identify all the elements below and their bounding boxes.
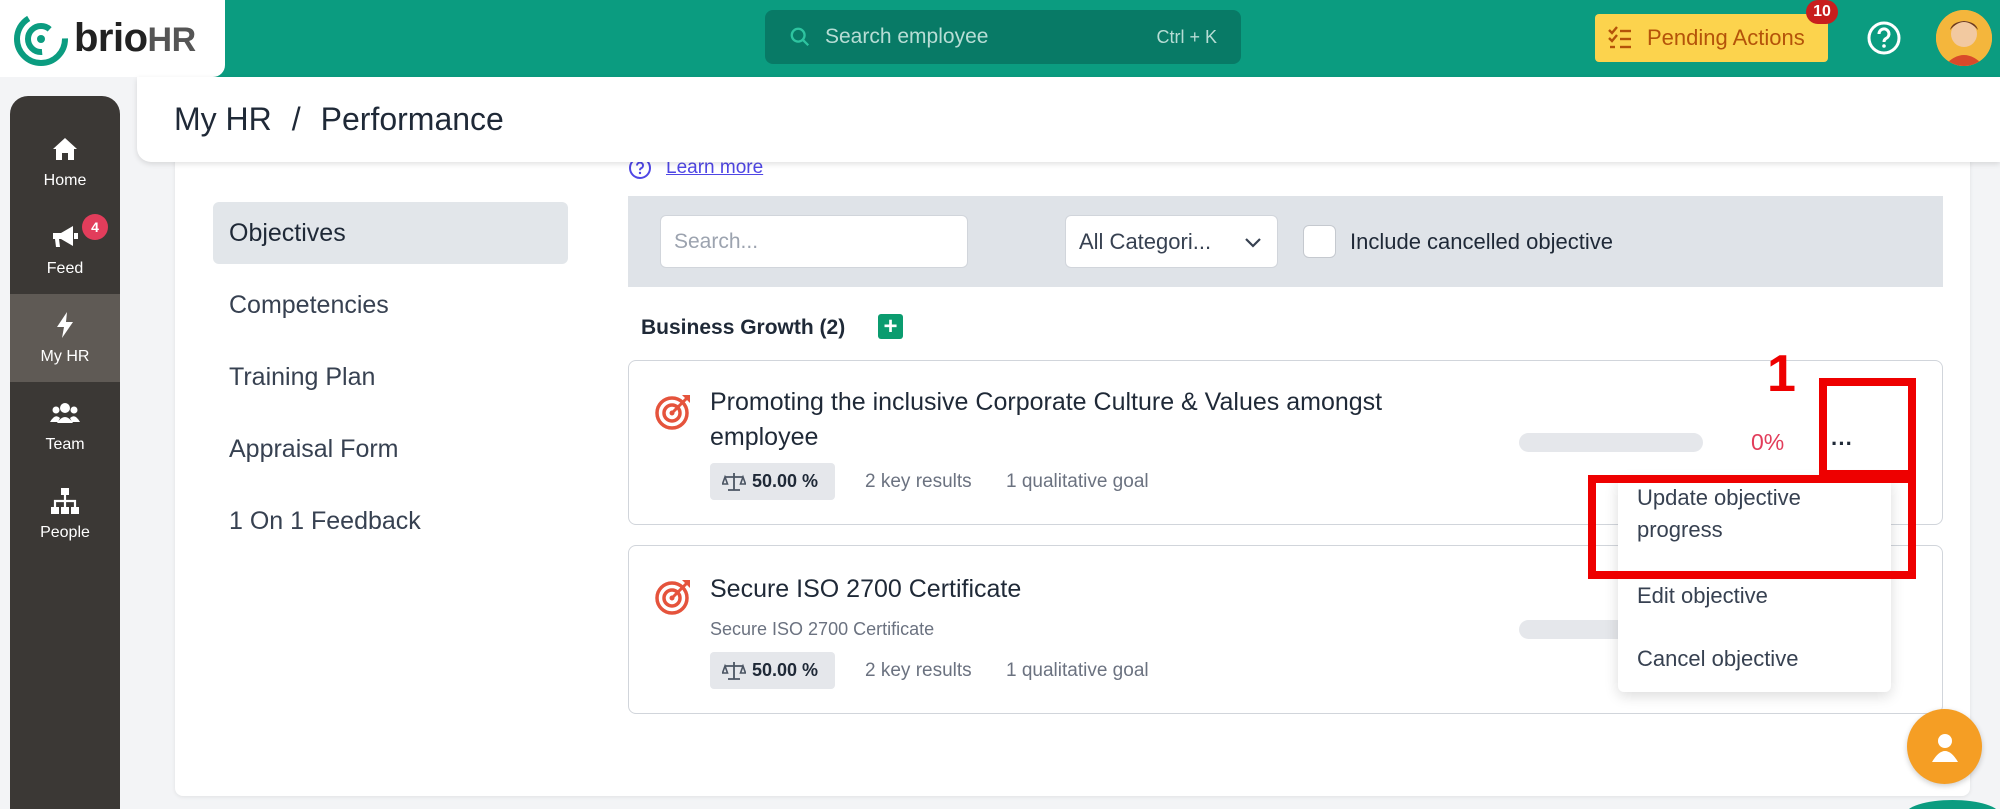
objective-search-placeholder: Search... — [674, 229, 759, 253]
target-icon — [655, 395, 690, 430]
sidebar-item-people[interactable]: People — [10, 470, 120, 558]
sidebar-item-label: Home — [43, 172, 87, 189]
include-cancelled-checkbox[interactable] — [1303, 225, 1336, 258]
category-select-value: All Categori... — [1079, 228, 1212, 254]
qualitative-goal-count: 1 qualitative goal — [1006, 660, 1149, 681]
objective-title[interactable]: Secure ISO 2700 Certificate — [710, 572, 1021, 607]
progress-percent: 0% — [1751, 429, 1785, 455]
breadcrumb-separator: / — [291, 101, 301, 137]
sidebar-item-label: My HR — [40, 348, 90, 365]
home-icon — [53, 138, 77, 160]
menu-item-competencies[interactable]: Competencies — [213, 274, 568, 336]
feed-count-badge: 4 — [82, 214, 108, 240]
breadcrumb-my-hr[interactable]: My HR — [174, 101, 272, 138]
key-results-count: 2 key results — [865, 660, 972, 681]
add-objective-button[interactable]: + — [878, 314, 903, 339]
balance-scale-icon — [722, 661, 746, 680]
sidebar-item-label: Feed — [46, 260, 84, 277]
bolt-icon — [57, 312, 73, 338]
brand-logo[interactable]: brioHR — [0, 0, 225, 77]
sidebar-item-team[interactable]: Team — [10, 382, 120, 470]
menu-edit-objective[interactable]: Edit objective — [1637, 580, 1877, 612]
menu-cancel-objective[interactable]: Cancel objective — [1637, 643, 1877, 675]
target-icon — [655, 580, 690, 615]
annotation-step-number: 1 — [1767, 345, 1796, 403]
annotation-highlight-update-progress — [1588, 475, 1916, 579]
checklist-icon — [1608, 26, 1631, 49]
breadcrumb: My HR / Performance — [137, 77, 2000, 162]
user-avatar[interactable] — [1936, 10, 1992, 66]
objective-title[interactable]: Promoting the inclusive Corporate Cultur… — [710, 385, 1490, 455]
sidebar-item-home[interactable]: Home — [10, 118, 120, 206]
pending-actions-label: Pending Actions — [1647, 25, 1805, 50]
user-icon — [1931, 733, 1958, 762]
sidebar-item-my-hr[interactable]: My HR — [10, 294, 120, 382]
menu-item-appraisal-form[interactable]: Appraisal Form — [213, 418, 568, 480]
sidebar-item-feed[interactable]: Feed 4 — [10, 206, 120, 294]
pending-actions-button[interactable]: Pending Actions — [1595, 14, 1828, 62]
weight-value: 50.00 % — [752, 660, 819, 680]
objective-group-title: Business Growth (2) — [641, 316, 846, 339]
search-icon — [790, 27, 810, 47]
sidebar-item-label: Team — [45, 436, 85, 453]
balance-scale-icon — [722, 472, 746, 491]
avatar-icon — [1936, 10, 1992, 66]
menu-item-one-on-one-feedback[interactable]: 1 On 1 Feedback — [213, 490, 568, 552]
help-icon[interactable] — [1866, 20, 1902, 56]
qualitative-goal-count: 1 qualitative goal — [1006, 471, 1149, 492]
menu-item-training-plan[interactable]: Training Plan — [213, 346, 568, 408]
team-icon — [50, 403, 80, 423]
annotation-highlight-more-button — [1819, 378, 1916, 478]
org-chart-icon — [51, 488, 79, 514]
megaphone-icon — [53, 226, 78, 247]
employee-search-placeholder: Search employee — [825, 25, 989, 48]
search-shortcut-hint: Ctrl + K — [1156, 26, 1217, 47]
chevron-down-icon — [1245, 238, 1261, 248]
pending-count-badge: 10 — [1806, 0, 1838, 24]
employee-search[interactable]: Search employee Ctrl + K — [765, 10, 1241, 64]
objective-filter-bar: Search... All Categori... Include cancel… — [628, 196, 1943, 287]
category-select[interactable]: All Categori... — [1065, 215, 1278, 268]
sidebar-item-label: People — [40, 524, 90, 541]
weight-value: 50.00 % — [752, 471, 819, 491]
include-cancelled-label: Include cancelled objective — [1350, 229, 1613, 254]
corner-widget — [1905, 800, 2000, 809]
progress-bar — [1519, 433, 1703, 452]
weight-badge: 50.00 % — [710, 652, 835, 689]
weight-badge: 50.00 % — [710, 463, 835, 500]
main-sidebar: Home Feed 4 My HR Team People — [10, 96, 120, 809]
breadcrumb-performance: Performance — [320, 101, 504, 137]
menu-item-objectives[interactable]: Objectives — [213, 202, 568, 264]
brand-name: brioHR — [74, 16, 196, 60]
key-results-count: 2 key results — [865, 471, 972, 492]
objective-search-input[interactable]: Search... — [660, 215, 968, 268]
brio-logo-icon — [14, 11, 68, 66]
objective-description: Secure ISO 2700 Certificate — [710, 619, 935, 639]
support-chat-button[interactable] — [1907, 709, 1982, 784]
